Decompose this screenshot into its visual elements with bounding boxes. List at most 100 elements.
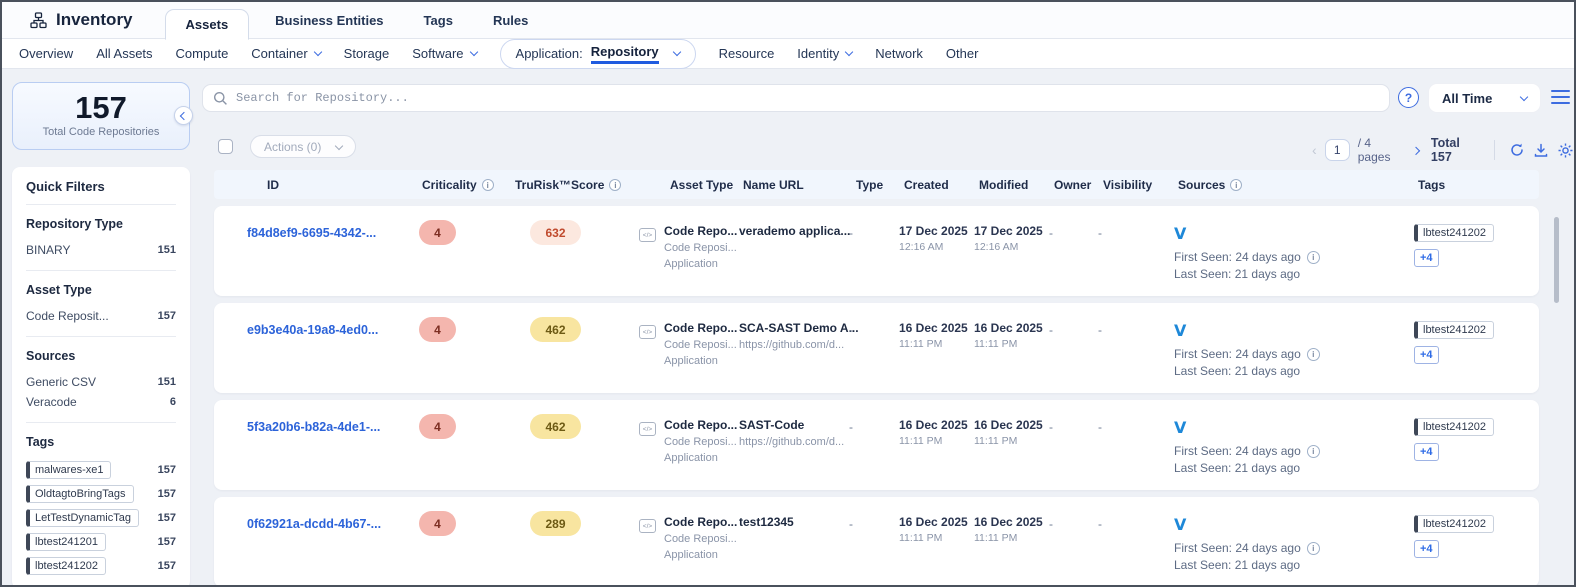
row-tag-chip[interactable]: lbtest241202 — [1414, 418, 1494, 436]
trurisk-score-badge: 632 — [530, 220, 581, 245]
code-repository-icon: </> — [639, 325, 656, 339]
actions-dropdown-button[interactable]: Actions (0) — [250, 135, 356, 158]
refresh-button[interactable] — [1509, 142, 1525, 158]
tag-chip[interactable]: lbtest241201 — [26, 533, 106, 551]
more-tags-chip[interactable]: +4 — [1414, 443, 1439, 461]
info-icon[interactable]: i — [1307, 348, 1320, 361]
menu-icon[interactable] — [1551, 90, 1570, 104]
filter-section-title: Repository Type — [26, 217, 176, 231]
tag-chip[interactable]: OldtagtoBringTags — [26, 485, 134, 503]
asset-type-primary: Code Repo... — [664, 321, 739, 335]
more-tags-chip[interactable]: +4 — [1414, 249, 1439, 267]
time-range-dropdown[interactable]: All Time — [1428, 83, 1541, 113]
owner-value: - — [1049, 226, 1053, 240]
col-header-criticality[interactable]: Criticality — [422, 178, 477, 192]
asset-id-link[interactable]: f84d8ef9-6695-4342-... — [247, 226, 376, 240]
download-button[interactable] — [1533, 142, 1549, 158]
first-seen-label: First Seen: 24 days ago — [1174, 347, 1301, 361]
nav-container[interactable]: Container — [251, 46, 320, 61]
owner-value: - — [1049, 420, 1053, 434]
tag-chip[interactable]: malwares-xe1 — [26, 461, 111, 479]
tag-chip[interactable]: LetTestDynamicTag — [26, 509, 139, 527]
col-header-visibility[interactable]: Visibility — [1103, 178, 1152, 192]
chevron-down-icon — [469, 48, 477, 56]
col-header-sources[interactable]: Sources — [1178, 178, 1225, 192]
row-tag-chip[interactable]: lbtest241202 — [1414, 321, 1494, 339]
modified-date: 16 Dec 2025 — [974, 321, 1049, 335]
created-date: 16 Dec 2025 — [899, 418, 974, 432]
asset-type-primary: Code Repo... — [664, 224, 739, 238]
settings-gear-icon[interactable] — [1557, 142, 1574, 159]
filter-item-veracode[interactable]: Veracode 6 — [26, 392, 176, 412]
repositories-table: ID Criticality i TruRisk™Score i Asset Typ… — [214, 170, 1539, 587]
asset-id-link[interactable]: 5f3a20b6-b82a-4de1-... — [247, 420, 380, 434]
tab-rules[interactable]: Rules — [473, 2, 548, 39]
search-bar — [202, 84, 1390, 112]
nav-identity[interactable]: Identity — [797, 46, 852, 61]
filter-section-title: Tags — [26, 435, 176, 449]
col-header-tags[interactable]: Tags — [1418, 178, 1445, 192]
row-tag-chip[interactable]: lbtest241202 — [1414, 224, 1494, 242]
previous-page-button[interactable]: ‹ — [1312, 142, 1317, 158]
col-header-trurisk[interactable]: TruRisk™Score — [515, 178, 604, 192]
col-header-type[interactable]: Type — [856, 178, 883, 192]
next-page-button[interactable] — [1412, 146, 1420, 154]
help-button[interactable]: ? — [1398, 87, 1419, 108]
filter-item-code-repository[interactable]: Code Reposit... 157 — [26, 306, 176, 326]
asset-url: https://github.com/d... — [739, 436, 849, 448]
tag-chip[interactable]: lbtest241202 — [26, 557, 106, 575]
asset-type-category: Application — [664, 355, 739, 367]
type-value: - — [849, 517, 853, 531]
filter-item-binary[interactable]: BINARY 151 — [26, 240, 176, 260]
nav-application-selector[interactable]: Application: Repository — [500, 39, 696, 69]
col-header-modified[interactable]: Modified — [979, 178, 1028, 192]
filter-label: Code Reposit... — [26, 309, 109, 323]
search-input[interactable] — [236, 91, 1389, 105]
col-header-asset-type[interactable]: Asset Type — [670, 178, 733, 192]
col-header-created[interactable]: Created — [904, 178, 949, 192]
info-icon[interactable]: i — [1307, 542, 1320, 555]
nav-all-assets[interactable]: All Assets — [96, 46, 152, 61]
modified-time: 11:11 PM — [974, 532, 1049, 544]
tab-business-entities[interactable]: Business Entities — [255, 2, 403, 39]
row-tag-chip[interactable]: lbtest241202 — [1414, 515, 1494, 533]
tab-tags[interactable]: Tags — [404, 2, 473, 39]
more-tags-chip[interactable]: +4 — [1414, 346, 1439, 364]
total-repositories-card: 157 Total Code Repositories — [12, 82, 190, 150]
vertical-scrollbar[interactable] — [1554, 217, 1559, 303]
info-icon[interactable]: i — [609, 179, 621, 191]
page-title: Inventory — [56, 10, 133, 30]
last-seen-label: Last Seen: 21 days ago — [1174, 364, 1300, 378]
app-brand: Inventory — [2, 10, 159, 30]
nav-resource[interactable]: Resource — [719, 46, 775, 61]
page-number-input[interactable]: 1 — [1325, 139, 1350, 161]
veracode-source-icon: V — [1174, 321, 1414, 340]
col-header-owner[interactable]: Owner — [1054, 178, 1091, 192]
asset-type-category: Application — [664, 549, 739, 561]
nav-identity-label: Identity — [797, 46, 839, 61]
filter-section-title: Asset Type — [26, 283, 176, 297]
filter-label: BINARY — [26, 243, 70, 257]
asset-id-link[interactable]: 0f62921a-dcdd-4b67-... — [247, 517, 381, 531]
info-icon[interactable]: i — [1307, 445, 1320, 458]
nav-compute[interactable]: Compute — [176, 46, 229, 61]
info-icon[interactable]: i — [482, 179, 494, 191]
filter-item-generic-csv[interactable]: Generic CSV 151 — [26, 372, 176, 392]
more-tags-chip[interactable]: +4 — [1414, 540, 1439, 558]
col-header-id[interactable]: ID — [267, 178, 279, 192]
nav-storage[interactable]: Storage — [344, 46, 390, 61]
tab-assets[interactable]: Assets — [165, 9, 250, 40]
sidebar-collapse-button[interactable] — [174, 106, 193, 125]
info-icon[interactable]: i — [1307, 251, 1320, 264]
nav-overview[interactable]: Overview — [19, 46, 73, 61]
created-date: 17 Dec 2025 — [899, 224, 974, 238]
nav-other[interactable]: Other — [946, 46, 979, 61]
asset-id-link[interactable]: e9b3e40a-19a8-4ed0... — [247, 323, 378, 337]
search-icon — [213, 91, 228, 106]
info-icon[interactable]: i — [1230, 179, 1242, 191]
select-all-checkbox[interactable] — [218, 139, 233, 154]
nav-software[interactable]: Software — [412, 46, 476, 61]
col-header-name-url[interactable]: Name URL — [743, 178, 804, 192]
type-value: - — [849, 420, 853, 434]
nav-network[interactable]: Network — [875, 46, 923, 61]
